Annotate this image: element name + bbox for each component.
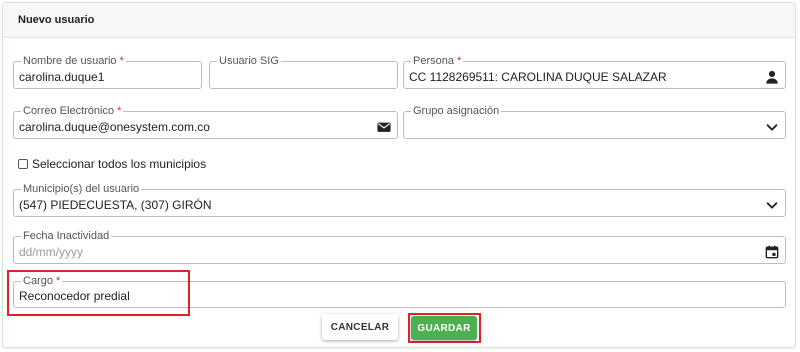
email-label: Correo Electrónico * xyxy=(21,104,124,118)
select-all-label[interactable]: Seleccionar todos los municipios xyxy=(32,157,206,171)
username-value[interactable]: carolina.duque1 xyxy=(19,70,104,84)
envelope-icon xyxy=(377,122,391,132)
persona-value[interactable]: CC 1128269511: CAROLINA DUQUE SALAZAR xyxy=(409,70,667,84)
municipios-value[interactable]: (547) PIEDECUESTA, (307) GIRÓN xyxy=(19,198,212,212)
chevron-down-icon[interactable] xyxy=(765,120,779,134)
group-label: Grupo asignación xyxy=(411,104,502,118)
group-select[interactable]: Grupo asignación xyxy=(403,104,786,139)
sig-user-field[interactable]: Usuario SIG xyxy=(209,54,398,89)
select-all-municipios[interactable]: Seleccionar todos los municipios xyxy=(18,157,206,171)
sig-user-label: Usuario SIG xyxy=(217,54,281,68)
card-title: Nuevo usuario xyxy=(18,14,95,26)
inactive-date-field[interactable]: Fecha Inactividad dd/mm/yyyy xyxy=(13,229,786,264)
card-header: Nuevo usuario xyxy=(3,3,795,38)
inactive-date-placeholder[interactable]: dd/mm/yyyy xyxy=(19,245,83,259)
cancel-button[interactable]: CANCELAR xyxy=(322,314,398,340)
username-label: Nombre de usuario * xyxy=(21,54,126,68)
cargo-highlight xyxy=(7,270,190,316)
calendar-icon[interactable] xyxy=(765,245,779,259)
persona-label: Persona * xyxy=(411,54,464,68)
municipios-select[interactable]: Municipio(s) del usuario (547) PIEDECUES… xyxy=(13,182,786,217)
persona-field[interactable]: Persona * CC 1128269511: CAROLINA DUQUE S… xyxy=(403,54,786,89)
save-button[interactable]: GUARDAR xyxy=(411,316,477,340)
email-field[interactable]: Correo Electrónico * carolina.duque@onesy… xyxy=(13,104,398,139)
chevron-down-icon[interactable] xyxy=(765,198,779,212)
email-value[interactable]: carolina.duque@onesystem.com.co xyxy=(19,120,210,134)
inactive-date-label: Fecha Inactividad xyxy=(21,229,112,243)
username-field[interactable]: Nombre de usuario * carolina.duque1 xyxy=(13,54,202,89)
user-icon[interactable] xyxy=(765,70,779,84)
select-all-checkbox[interactable] xyxy=(18,159,28,169)
municipios-label: Municipio(s) del usuario xyxy=(21,182,142,196)
